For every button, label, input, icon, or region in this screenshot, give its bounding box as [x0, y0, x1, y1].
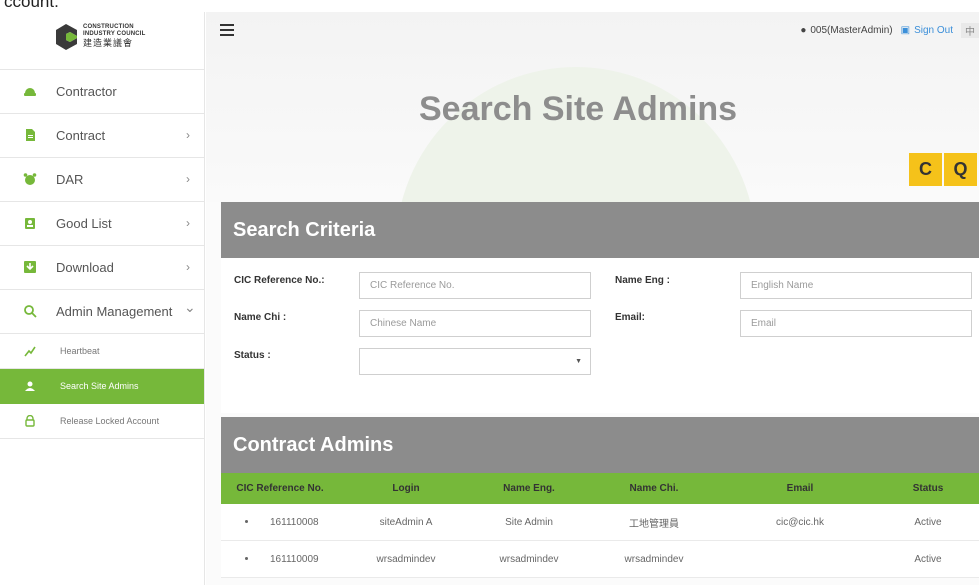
- top-text-fragment: ccount.: [0, 0, 979, 12]
- bullet-icon: [245, 520, 248, 524]
- download-icon: [24, 261, 36, 273]
- lock-icon: [25, 415, 35, 427]
- main-content: ● 005(MasterAdmin) ▣ Sign Out 中 Search S…: [206, 12, 979, 585]
- table-row[interactable]: 161110008 siteAdmin A Site Admin 工地管理員 c…: [221, 504, 979, 541]
- sidebar-item-download[interactable]: Download ›: [0, 246, 204, 290]
- bullet-icon: [245, 557, 248, 561]
- cell-name-chi: 工地管理員: [629, 518, 679, 530]
- chevron-right-icon: ›: [186, 128, 190, 142]
- sidebar-item-contract[interactable]: Contract ›: [0, 114, 204, 158]
- sidebar-subitem-label: Heartbeat: [60, 346, 100, 356]
- refresh-button[interactable]: C: [909, 153, 942, 186]
- column-header[interactable]: Status: [877, 483, 979, 494]
- page-title: Search Site Admins: [419, 90, 738, 128]
- name-eng-input[interactable]: English Name: [740, 272, 972, 299]
- search-icon: Q: [953, 159, 968, 179]
- search-icon: [24, 305, 37, 318]
- cell-name-eng: Site Admin: [505, 516, 553, 528]
- sidebar-item-label: DAR: [56, 172, 84, 187]
- cell-cic-reference: 161110009: [221, 554, 339, 565]
- status-label: Status :: [234, 350, 271, 361]
- logo[interactable]: CONSTRUCTION INDUSTRY COUNCIL 建造業議會: [0, 12, 204, 70]
- search-criteria-panel: CIC Reference No.: CIC Reference No. Nam…: [221, 258, 979, 413]
- search-criteria-header: Search Criteria: [221, 202, 979, 258]
- sidebar-subitem-label: Release Locked Account: [60, 416, 160, 426]
- cell-name-eng: wrsadmindev: [499, 553, 559, 565]
- contract-admins-header: Contract Admins: [221, 417, 979, 473]
- user-icon: ●: [800, 24, 807, 36]
- cic-reference-input[interactable]: CIC Reference No.: [359, 272, 591, 299]
- cell-name-chi: wrsadmindev: [624, 553, 684, 565]
- user-bar: ● 005(MasterAdmin) ▣ Sign Out 中: [800, 22, 979, 38]
- sidebar-item-label: Admin Management: [56, 304, 173, 319]
- cell-cic-reference: 161110008: [221, 517, 339, 528]
- cell-status: Active: [914, 516, 942, 528]
- chevron-right-icon: ›: [186, 172, 190, 186]
- chevron-down-icon: ▼: [575, 358, 582, 365]
- document-icon: [26, 129, 35, 141]
- sidebar-subitem-label: Search Site Admins: [60, 381, 139, 391]
- column-header[interactable]: Email: [723, 483, 877, 494]
- sidebar-item-label: Contractor: [56, 84, 117, 99]
- page-banner: ● 005(MasterAdmin) ▣ Sign Out 中 Search S…: [206, 12, 979, 202]
- column-header[interactable]: Name Chi.: [585, 483, 723, 494]
- chevron-right-icon: ›: [186, 216, 190, 230]
- email-label: Email:: [615, 312, 646, 323]
- sign-out-link[interactable]: Sign Out: [914, 25, 953, 36]
- sidebar-item-label: Download: [56, 260, 114, 275]
- refresh-icon: C: [919, 159, 932, 179]
- language-toggle[interactable]: 中: [961, 22, 979, 38]
- alarm-icon: [23, 173, 37, 185]
- badge-icon: [25, 218, 35, 229]
- cic-logo-icon: [56, 24, 77, 50]
- chevron-right-icon: ›: [186, 260, 190, 274]
- column-header[interactable]: Name Eng.: [473, 483, 585, 494]
- sidebar-item-contractor[interactable]: Contractor: [0, 70, 204, 114]
- chevron-down-icon: ⌄: [184, 299, 196, 315]
- sidebar-item-admin-management[interactable]: Admin Management ⌄: [0, 290, 204, 334]
- helmet-icon: [24, 88, 36, 96]
- column-header[interactable]: CIC Reference No.: [221, 483, 339, 494]
- cell-login: siteAdmin A: [379, 516, 433, 528]
- menu-toggle-icon[interactable]: [220, 24, 234, 36]
- contract-admins-table: CIC Reference No. Login Name Eng. Name C…: [221, 473, 979, 578]
- heartbeat-icon: [24, 346, 36, 357]
- cell-login: wrsadmindev: [376, 553, 436, 565]
- banner-decoration: [396, 67, 756, 202]
- logo-text: CONSTRUCTION INDUSTRY COUNCIL 建造業議會: [83, 24, 146, 48]
- current-user: 005(MasterAdmin): [810, 24, 893, 36]
- email-input[interactable]: Email: [740, 310, 972, 337]
- cic-reference-label: CIC Reference No.:: [234, 275, 325, 286]
- sidebar-subitem-release-locked-account[interactable]: Release Locked Account: [0, 404, 204, 439]
- name-chi-label: Name Chi :: [234, 312, 287, 323]
- table-row[interactable]: 161110009 wrsadmindev wrsadmindev wrsadm…: [221, 541, 979, 578]
- sidebar-item-label: Contract: [56, 128, 106, 143]
- cell-email: cic@cic.hk: [776, 516, 824, 528]
- cell-status: Active: [914, 553, 942, 565]
- search-button[interactable]: Q: [944, 153, 977, 186]
- name-chi-input[interactable]: Chinese Name: [359, 310, 591, 337]
- name-eng-label: Name Eng :: [615, 275, 671, 286]
- sidebar-subitem-heartbeat[interactable]: Heartbeat: [0, 334, 204, 369]
- sidebar-item-good-list[interactable]: Good List ›: [0, 202, 204, 246]
- sidebar-item-dar[interactable]: DAR ›: [0, 158, 204, 202]
- user-icon: [25, 381, 35, 391]
- sidebar-item-label: Good List: [56, 216, 112, 231]
- sidebar: CONSTRUCTION INDUSTRY COUNCIL 建造業議會 Cont…: [0, 12, 205, 585]
- table-header-row: CIC Reference No. Login Name Eng. Name C…: [221, 473, 979, 504]
- column-header[interactable]: Login: [339, 483, 473, 494]
- sidebar-subitem-search-site-admins[interactable]: Search Site Admins: [0, 369, 204, 404]
- status-select[interactable]: ▼: [359, 348, 591, 375]
- sign-out-icon: ▣: [900, 24, 911, 36]
